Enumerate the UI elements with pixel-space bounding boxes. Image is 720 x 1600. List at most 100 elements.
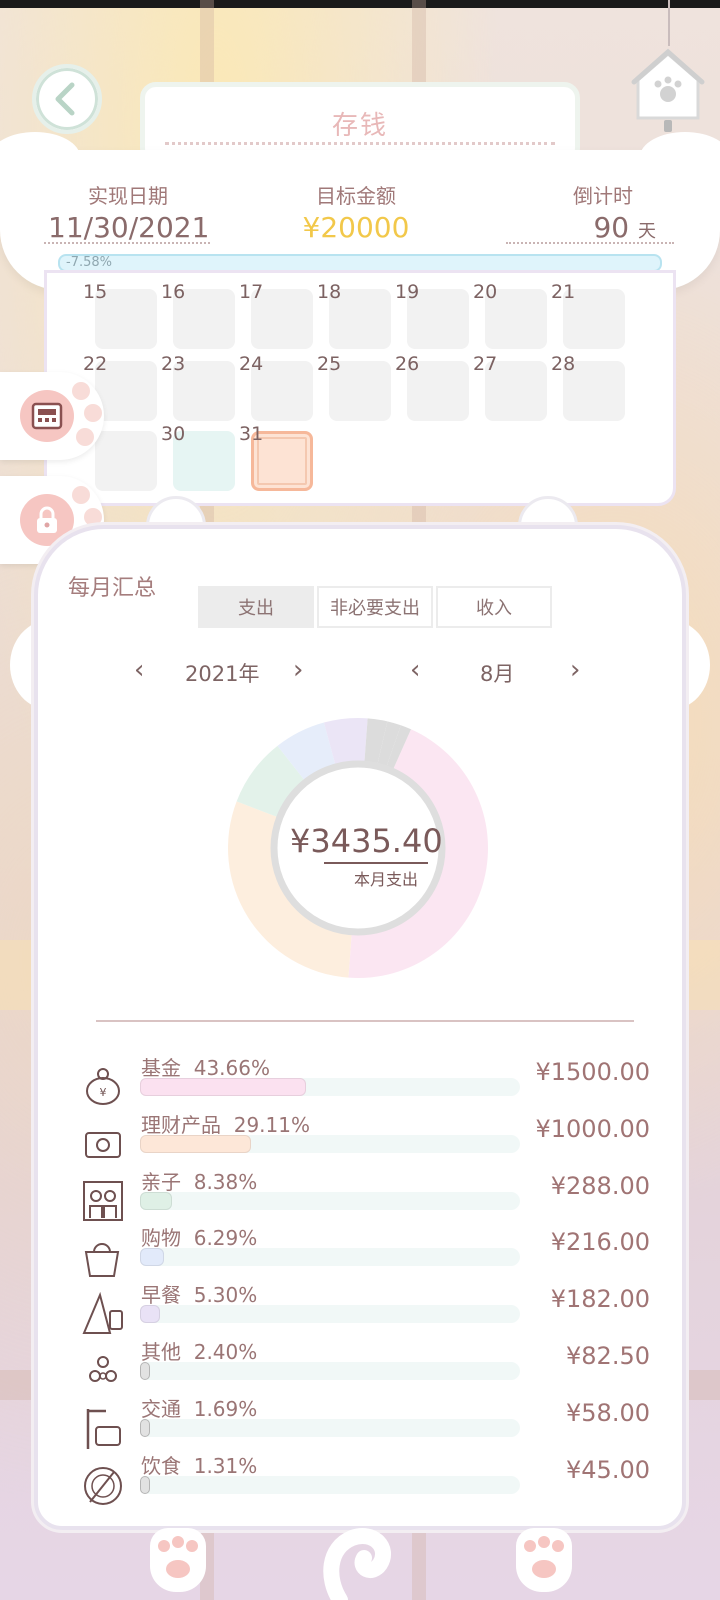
- calendar-day[interactable]: 24: [239, 353, 313, 421]
- calendar-day-number: 19: [395, 281, 420, 303]
- calendar-day[interactable]: 15: [83, 281, 157, 349]
- calendar-day-number: 17: [239, 281, 264, 303]
- category-name: 交通: [141, 1397, 181, 1421]
- bottom-paw-right: [516, 1528, 572, 1592]
- calendar-day[interactable]: [95, 431, 157, 491]
- category-amount: ¥1500.00: [535, 1058, 650, 1086]
- list-divider: [96, 1020, 634, 1022]
- category-name: 基金: [141, 1056, 181, 1080]
- calendar-day-number: 31: [239, 423, 264, 445]
- category-amount: ¥45.00: [566, 1456, 650, 1484]
- calendar-day-number: 18: [317, 281, 342, 303]
- shopping-bag-icon: [84, 1243, 120, 1277]
- calendar-day-number: 30: [161, 423, 186, 445]
- calendar-day[interactable]: 23: [161, 353, 235, 421]
- transport-icon: [86, 1409, 121, 1449]
- tab-expense[interactable]: 支出: [198, 586, 314, 628]
- calendar-day[interactable]: 28: [551, 353, 625, 421]
- other-icon: [89, 1356, 117, 1382]
- countdown-dotline: [506, 242, 674, 244]
- calculator-button[interactable]: [0, 372, 104, 460]
- target-value: ¥20000: [302, 211, 410, 244]
- category-row[interactable]: 早餐 5.30% ¥182.00: [0, 1283, 720, 1349]
- year-label: 2021年: [185, 662, 260, 686]
- category-row[interactable]: 理财产品 29.11% ¥1000.00: [0, 1113, 720, 1179]
- category-percent: 29.11%: [233, 1113, 310, 1137]
- calendar-day[interactable]: 27: [473, 353, 547, 421]
- calendar: 15 16 17 18 19 20 21 22 23 24 25 26 27 28 30 31: [44, 270, 676, 506]
- category-amount: ¥216.00: [550, 1228, 650, 1256]
- category-amount: ¥58.00: [566, 1399, 650, 1427]
- category-percent: 1.69%: [193, 1397, 258, 1421]
- next-month-button[interactable]: ›: [570, 656, 580, 684]
- category-label: 亲子 8.38%: [141, 1166, 257, 1195]
- calendar-day-number: 28: [551, 353, 576, 375]
- wallet-icon: [85, 1132, 121, 1158]
- next-year-button[interactable]: ›: [293, 656, 303, 684]
- calendar-day[interactable]: 18: [317, 281, 391, 349]
- total-underline: [324, 862, 428, 864]
- calendar-day[interactable]: 22: [83, 353, 157, 421]
- category-label: 早餐 5.30%: [141, 1279, 257, 1308]
- calendar-day[interactable]: 19: [395, 281, 469, 349]
- tab-income[interactable]: 收入: [436, 586, 552, 628]
- category-name: 亲子: [141, 1170, 181, 1194]
- calendar-day[interactable]: 20: [473, 281, 547, 349]
- category-amount: ¥182.00: [550, 1285, 650, 1313]
- category-percent: 6.29%: [193, 1226, 258, 1250]
- calendar-day-number: 25: [317, 353, 342, 375]
- cat-tail: [323, 1528, 391, 1600]
- countdown-label: 倒计时: [573, 184, 633, 208]
- monthly-summary-title: 每月汇总: [68, 576, 157, 601]
- category-row[interactable]: 其他 2.40% ¥82.50: [0, 1340, 720, 1406]
- goal-summary: 实现日期 11/30/2021 目标金额 ¥20000 倒计时 90 天 -7.…: [0, 132, 720, 290]
- category-row[interactable]: 饮食 1.31% ¥45.00: [0, 1454, 720, 1520]
- category-percent: 8.38%: [193, 1170, 258, 1194]
- category-name: 饮食: [141, 1454, 181, 1478]
- monthly-total: ¥3435.40: [290, 822, 443, 860]
- progress-text: -7.58%: [66, 255, 112, 270]
- calendar-day-number: 23: [161, 353, 186, 375]
- calendar-day[interactable]: 25: [317, 353, 391, 421]
- prev-month-button[interactable]: ‹: [410, 656, 420, 684]
- calendar-day-number: 20: [473, 281, 498, 303]
- category-amount: ¥1000.00: [535, 1115, 650, 1143]
- svg-text:¥: ¥: [100, 1086, 107, 1099]
- calculator-icon: [31, 402, 63, 430]
- calendar-day-number: 21: [551, 281, 576, 303]
- page-title: 存钱: [331, 110, 388, 141]
- bottom-paw-left: [150, 1528, 206, 1592]
- dining-icon: [84, 1467, 122, 1505]
- calendar-day[interactable]: 16: [161, 281, 235, 349]
- month-label: 8月: [480, 662, 515, 686]
- calendar-day-number: 22: [83, 353, 108, 375]
- calendar-day[interactable]: 30: [161, 423, 235, 491]
- back-button[interactable]: [32, 64, 102, 134]
- calendar-day[interactable]: 17: [239, 281, 313, 349]
- category-label: 饮食 1.31%: [141, 1450, 257, 1479]
- chevron-left-icon: [55, 82, 75, 116]
- date-dotline: [44, 242, 210, 244]
- category-label: 基金 43.66%: [141, 1052, 270, 1081]
- status-bar: [0, 0, 720, 8]
- sandwich-icon: [82, 1291, 123, 1334]
- title-underline: [165, 142, 555, 145]
- calendar-day[interactable]: 26: [395, 353, 469, 421]
- home-button[interactable]: [630, 40, 706, 136]
- family-icon: [83, 1181, 123, 1221]
- category-percent: 2.40%: [193, 1340, 258, 1364]
- tab-nonessential-expense[interactable]: 非必要支出: [317, 586, 433, 628]
- calendar-day-number: 27: [473, 353, 498, 375]
- calendar-day-number: 26: [395, 353, 420, 375]
- category-label: 其他 2.40%: [141, 1336, 257, 1365]
- calendar-day[interactable]: 21: [551, 281, 625, 349]
- target-label: 目标金额: [316, 184, 396, 208]
- calendar-day-number: 24: [239, 353, 264, 375]
- category-row[interactable]: 交通 1.69% ¥58.00: [0, 1397, 720, 1463]
- date-value: 11/30/2021: [48, 211, 210, 244]
- category-amount: ¥288.00: [550, 1172, 650, 1200]
- category-row[interactable]: ¥ 基金 43.66% ¥1500.00: [0, 1056, 720, 1122]
- prev-year-button[interactable]: ‹: [134, 656, 144, 684]
- calendar-day[interactable]: 31: [239, 423, 313, 491]
- category-row[interactable]: 购物 6.29% ¥216.00: [0, 1226, 720, 1292]
